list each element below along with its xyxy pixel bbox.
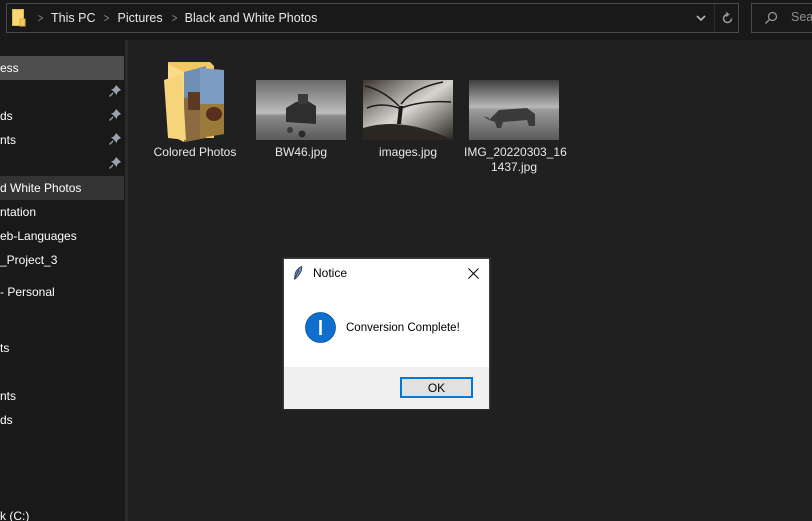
dialog-title: Notice bbox=[313, 266, 348, 280]
file-name: Colored Photos bbox=[153, 145, 237, 159]
breadcrumb-black-and-white-photos[interactable]: Black and White Photos bbox=[185, 11, 318, 25]
file-item-img-20220303-161437[interactable]: IMG_20220303_16 1437.jpg bbox=[464, 54, 567, 179]
chevron-right-icon: > bbox=[171, 11, 177, 25]
search-input[interactable]: Search bbox=[751, 3, 812, 33]
chevron-right-icon: > bbox=[104, 11, 110, 25]
pin-icon bbox=[109, 133, 121, 145]
nav-item-black-and-white-photos[interactable]: d White Photos bbox=[0, 176, 124, 200]
nav-item-documents-2[interactable]: nts bbox=[0, 384, 124, 408]
nav-item-downloads[interactable]: ds bbox=[0, 104, 124, 128]
pin-icon bbox=[109, 85, 121, 97]
address-bar[interactable]: > This PC > Pictures > Black and White P… bbox=[6, 3, 739, 33]
file-name-line-2: 1437.jpg bbox=[490, 160, 538, 174]
file-item-images[interactable]: images.jpg bbox=[359, 54, 457, 164]
navigation-pane: ess ds nts d White Photos ntation eb-Lan… bbox=[0, 40, 125, 521]
dialog-close-button[interactable] bbox=[462, 263, 484, 283]
file-name: images.jpg bbox=[378, 145, 438, 159]
chevron-right-icon: > bbox=[37, 11, 44, 25]
pin-icon bbox=[109, 157, 121, 169]
nav-item-downloads-2[interactable]: ds bbox=[0, 408, 124, 432]
dialog-footer: OK bbox=[284, 367, 489, 409]
bw-house-thumbnail bbox=[256, 80, 346, 140]
ok-button[interactable]: OK bbox=[400, 377, 473, 398]
nav-item-quick-access[interactable]: ess bbox=[0, 56, 124, 80]
nav-item-pinned-4[interactable] bbox=[0, 152, 124, 176]
file-item-bw46[interactable]: BW46.jpg bbox=[252, 54, 350, 164]
nav-item-local-disk-c[interactable]: k (C:) bbox=[0, 504, 124, 521]
search-icon bbox=[765, 11, 778, 24]
nav-item-objects[interactable]: ts bbox=[0, 336, 124, 360]
nav-item-project-3[interactable]: _Project_3 bbox=[0, 248, 124, 272]
chevron-down-icon bbox=[696, 14, 706, 21]
nav-item-onedrive-personal[interactable]: - Personal bbox=[0, 280, 124, 304]
bw-rhino-thumbnail bbox=[469, 80, 559, 140]
close-icon bbox=[467, 267, 479, 279]
folder-with-photos-icon bbox=[164, 62, 224, 142]
notice-dialog: Notice Conversion Complete! OK bbox=[283, 258, 490, 409]
address-history-dropdown[interactable] bbox=[687, 4, 715, 32]
file-item-colored-photos[interactable]: Colored Photos bbox=[146, 54, 244, 164]
feather-icon bbox=[293, 266, 303, 280]
folder-icon bbox=[12, 9, 26, 27]
file-name: BW46.jpg bbox=[274, 145, 328, 159]
search-placeholder: Search bbox=[791, 10, 812, 24]
refresh-icon bbox=[722, 11, 732, 23]
info-icon bbox=[305, 312, 336, 343]
refresh-button[interactable] bbox=[715, 4, 739, 32]
nav-item-presentation[interactable]: ntation bbox=[0, 200, 124, 224]
dialog-titlebar[interactable]: Notice bbox=[284, 259, 489, 287]
dialog-message: Conversion Complete! bbox=[346, 322, 460, 334]
bw-tree-thumbnail bbox=[363, 80, 453, 140]
nav-item-pinned-1[interactable] bbox=[0, 80, 124, 104]
breadcrumb: > This PC > Pictures > Black and White P… bbox=[29, 4, 318, 32]
nav-item-documents[interactable]: nts bbox=[0, 128, 124, 152]
breadcrumb-this-pc[interactable]: This PC bbox=[51, 11, 95, 25]
pin-icon bbox=[109, 109, 121, 121]
nav-item-web-languages[interactable]: eb-Languages bbox=[0, 224, 124, 248]
breadcrumb-pictures[interactable]: Pictures bbox=[117, 11, 162, 25]
file-name-line-1: IMG_20220303_16 bbox=[464, 145, 567, 159]
